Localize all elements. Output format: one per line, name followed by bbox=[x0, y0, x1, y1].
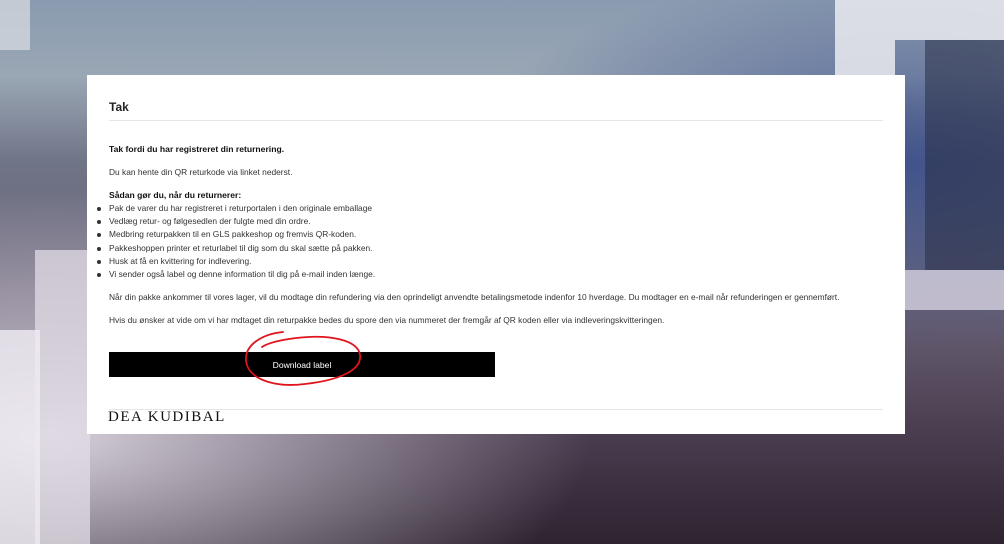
list-item: Vedlæg retur- og følgesedlen der fulgte … bbox=[97, 215, 889, 228]
return-confirmation-card: Tak Tak fordi du har registreret din ret… bbox=[87, 75, 905, 434]
background-wall bbox=[0, 330, 40, 544]
brand-logo: DEA KUDIBAL bbox=[108, 409, 226, 425]
list-item: Pakkeshoppen printer et returlabel til d… bbox=[97, 242, 889, 255]
page-title: Tak bbox=[109, 100, 129, 114]
list-item: Medbring returpakken til en GLS pakkesho… bbox=[97, 228, 889, 241]
background-wall bbox=[35, 250, 90, 544]
card-content: Tak fordi du har registreret din returne… bbox=[97, 143, 889, 327]
divider bbox=[109, 120, 883, 121]
background-wall bbox=[895, 0, 1004, 40]
qr-info-text: Du kan hente din QR returkode via linket… bbox=[109, 167, 293, 177]
refund-info-text: Når din pakke ankommer til vores lager, … bbox=[109, 292, 840, 303]
list-item: Pak de varer du har registreret i returp… bbox=[97, 202, 889, 215]
thanks-text: Tak fordi du har registreret din returne… bbox=[109, 144, 285, 154]
background-wall bbox=[905, 270, 1004, 310]
download-label-button[interactable]: Download label bbox=[109, 352, 495, 377]
list-item: Husk at få en kvittering for indlevering… bbox=[97, 255, 889, 268]
background-shadow bbox=[925, 40, 1004, 270]
list-item: Vi sender også label og denne informatio… bbox=[97, 268, 889, 281]
background-wall bbox=[0, 0, 30, 50]
tracking-info-text: Hvis du ønsker at vide om vi har mdtaget… bbox=[109, 315, 665, 326]
steps-list: Pak de varer du har registreret i returp… bbox=[97, 202, 889, 281]
howto-heading: Sådan gør du, når du returnerer: bbox=[109, 190, 242, 200]
